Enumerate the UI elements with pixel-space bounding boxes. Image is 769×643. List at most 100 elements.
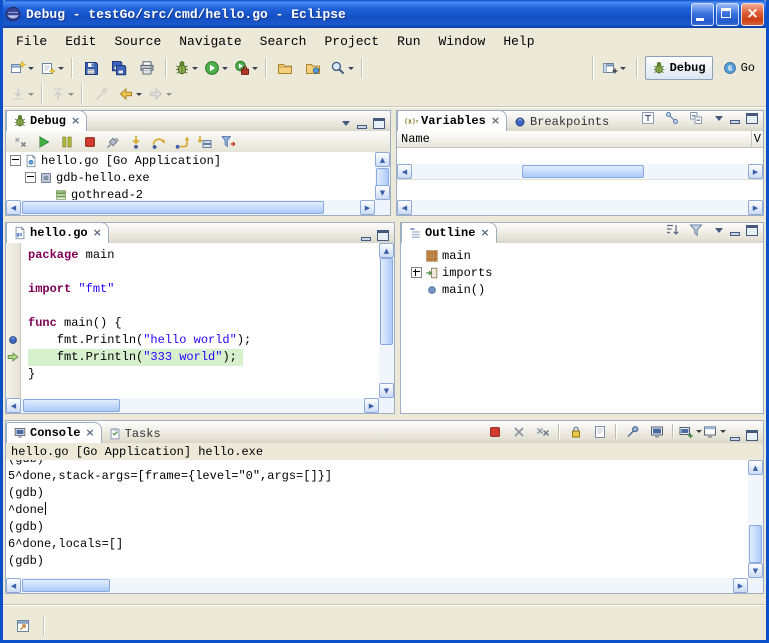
last-edit-location-button[interactable] <box>87 81 115 107</box>
tree-expander-icon[interactable] <box>25 172 36 183</box>
dropdown-arrow-icon[interactable] <box>68 93 74 96</box>
scroll-right-button[interactable]: ▶ <box>748 200 763 215</box>
tree-item[interactable]: gothread-2 <box>6 186 375 200</box>
resume-button[interactable] <box>32 131 55 152</box>
open-perspective-button[interactable] <box>599 55 629 81</box>
editor-marker-ruler[interactable] <box>6 243 21 398</box>
scroll-right-button[interactable]: ▶ <box>733 578 748 593</box>
minimize-button[interactable] <box>691 3 714 26</box>
go-folder-button[interactable] <box>299 55 327 81</box>
menu-window[interactable]: Window <box>430 31 495 52</box>
code-line[interactable] <box>28 264 379 281</box>
scroll-left-button[interactable]: ◀ <box>6 578 21 593</box>
variables-detail-pane[interactable] <box>397 179 763 201</box>
menu-navigate[interactable]: Navigate <box>170 31 250 52</box>
close-tab-icon[interactable]: × <box>491 116 500 126</box>
tree-item[interactable]: hello.go [Go Application] <box>6 152 375 169</box>
dropdown-arrow-icon[interactable] <box>28 93 34 96</box>
close-tab-icon[interactable]: × <box>93 228 102 238</box>
remove-launch-button[interactable] <box>507 421 530 442</box>
dropdown-arrow-icon[interactable] <box>192 67 198 70</box>
code-line[interactable]: package main <box>28 247 379 264</box>
close-tab-icon[interactable]: × <box>480 228 489 238</box>
save-all-button[interactable] <box>105 55 133 81</box>
menu-run[interactable]: Run <box>388 31 429 52</box>
external-tools-button[interactable] <box>231 55 261 81</box>
forward-button[interactable] <box>145 81 175 107</box>
console-vertical-scrollbar[interactable]: ▲▼ <box>748 460 763 578</box>
scrollbar-track[interactable] <box>375 167 390 185</box>
editor-vertical-scrollbar[interactable]: ▲▼ <box>379 243 394 398</box>
minimize-view-icon[interactable] <box>356 118 369 129</box>
filter-button[interactable] <box>684 219 707 240</box>
close-tab-icon[interactable]: × <box>85 428 94 438</box>
dropdown-arrow-icon[interactable] <box>28 67 34 70</box>
scrollbar-track[interactable] <box>21 578 733 593</box>
step-return-button[interactable] <box>170 131 193 152</box>
code-line[interactable] <box>28 298 379 315</box>
dropdown-arrow-icon[interactable] <box>720 430 726 433</box>
new-wizard-button[interactable] <box>7 55 37 81</box>
variables-column-header[interactable]: Name V <box>397 131 763 148</box>
dropdown-arrow-icon[interactable] <box>136 93 142 96</box>
variables-horizontal-scrollbar[interactable]: ◀▶ <box>397 164 763 179</box>
clear-console-button[interactable] <box>588 421 611 442</box>
scroll-up-button[interactable]: ▲ <box>375 152 390 167</box>
pin-console-button[interactable] <box>621 421 644 442</box>
menu-search[interactable]: Search <box>251 31 316 52</box>
run-launch-button[interactable] <box>201 55 231 81</box>
perspective-go-button[interactable]: G Go <box>716 56 762 80</box>
show-logical-button[interactable] <box>660 107 683 128</box>
tab-hello-go[interactable]: go hello.go × <box>6 222 109 244</box>
show-types-button[interactable] <box>636 107 659 128</box>
minimize-view-icon[interactable] <box>729 430 742 441</box>
detail-horizontal-scrollbar[interactable]: ◀▶ <box>397 200 763 215</box>
code-editor-area[interactable]: package main import "fmt" func main() { fm… <box>21 243 379 398</box>
tab-variables[interactable]: (x)= Variables × <box>397 110 507 132</box>
minimize-view-icon[interactable] <box>360 230 373 241</box>
open-console-button[interactable] <box>678 421 701 442</box>
next-annotation-button[interactable] <box>7 81 37 107</box>
step-filters-button[interactable] <box>216 131 239 152</box>
code-line[interactable]: import "fmt" <box>28 281 379 298</box>
tree-item[interactable]: gdb-hello.exe <box>6 169 375 186</box>
scrollbar-thumb[interactable] <box>380 258 393 345</box>
sort-button[interactable] <box>660 219 683 240</box>
editor-horizontal-scrollbar[interactable]: ◀▶ <box>6 398 379 413</box>
scrollbar-track[interactable] <box>748 475 763 563</box>
debug-launch-button[interactable] <box>171 55 201 81</box>
code-line[interactable]: fmt.Println("333 world"); <box>28 349 379 366</box>
scrollbar-track[interactable] <box>412 164 748 179</box>
view-menu-icon[interactable] <box>715 228 723 233</box>
tab-tasks[interactable]: Tasks <box>102 424 167 443</box>
menu-help[interactable]: Help <box>494 31 543 52</box>
scrollbar-thumb[interactable] <box>22 579 110 592</box>
dropdown-arrow-icon[interactable] <box>222 67 228 70</box>
step-into-button[interactable] <box>124 131 147 152</box>
instruction-pointer-icon[interactable] <box>7 351 19 363</box>
scroll-up-button[interactable]: ▲ <box>748 460 763 475</box>
code-line[interactable]: func main() { <box>28 315 379 332</box>
remove-all-launches-button[interactable] <box>531 421 554 442</box>
maximize-view-icon[interactable] <box>746 430 759 441</box>
scroll-right-button[interactable]: ▶ <box>360 200 375 215</box>
scroll-left-button[interactable]: ◀ <box>397 200 412 215</box>
suspend-button[interactable] <box>55 131 78 152</box>
minimize-view-icon[interactable] <box>729 225 742 236</box>
menu-project[interactable]: Project <box>315 31 388 52</box>
open-folder-button[interactable] <box>271 55 299 81</box>
remove-terminated-button[interactable] <box>9 131 32 152</box>
drop-to-frame-button[interactable] <box>193 131 216 152</box>
debug-vertical-scrollbar[interactable]: ▲▼ <box>375 152 390 200</box>
step-over-button[interactable] <box>147 131 170 152</box>
scroll-down-button[interactable]: ▼ <box>379 383 394 398</box>
tree-item[interactable]: main() <box>407 281 763 298</box>
scroll-left-button[interactable]: ◀ <box>397 164 412 179</box>
menu-file[interactable]: File <box>7 31 56 52</box>
close-button[interactable] <box>741 3 764 26</box>
scroll-right-button[interactable]: ▶ <box>364 398 379 413</box>
tab-breakpoints[interactable]: Breakpoints <box>507 112 615 131</box>
dropdown-arrow-icon[interactable] <box>252 67 258 70</box>
maximize-view-icon[interactable] <box>373 118 386 129</box>
dropdown-arrow-icon[interactable] <box>58 67 64 70</box>
